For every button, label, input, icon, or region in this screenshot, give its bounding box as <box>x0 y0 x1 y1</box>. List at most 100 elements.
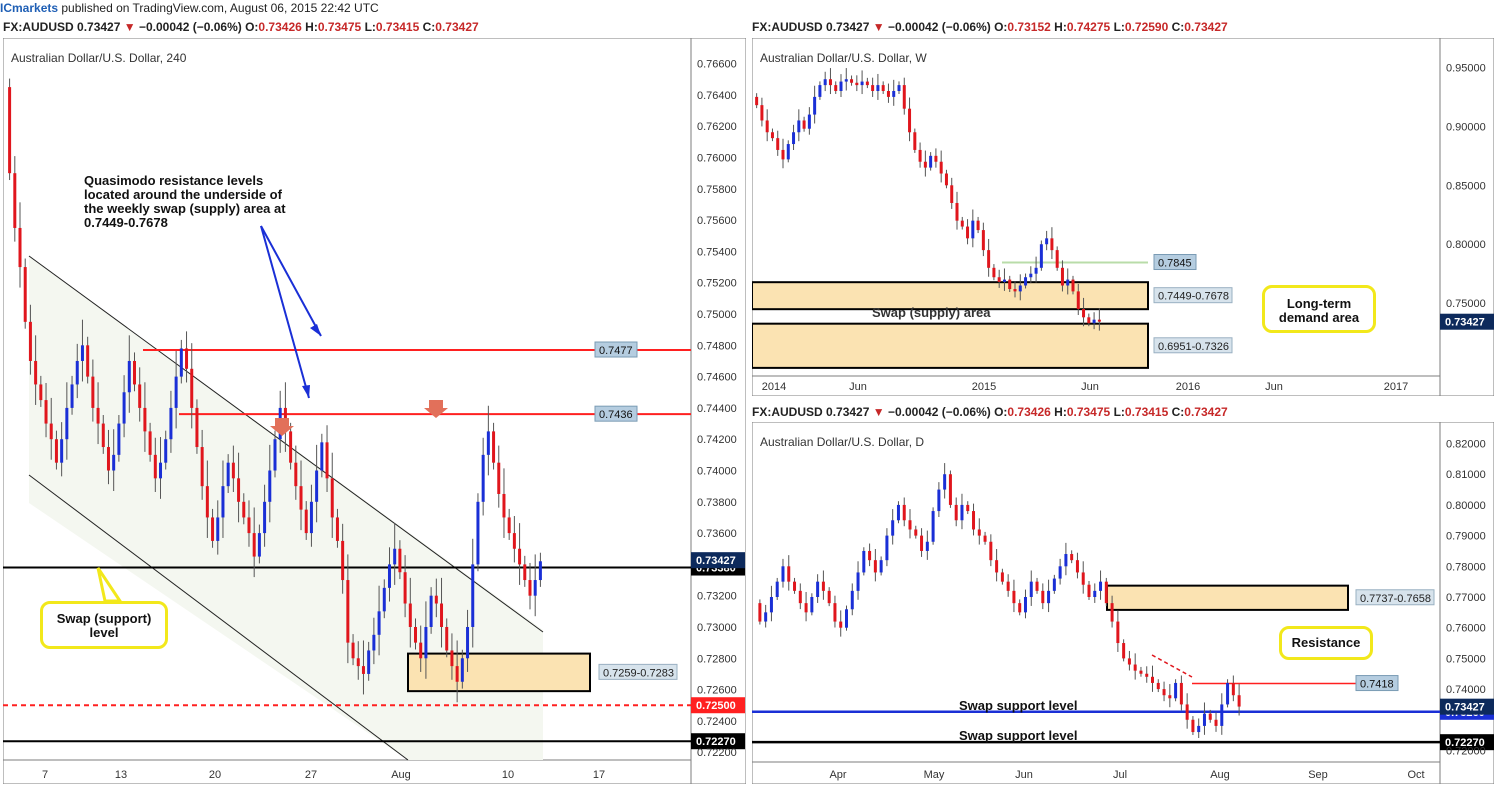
high-value: 0.74275 <box>1066 20 1111 34</box>
candle-up <box>538 561 542 581</box>
candle-down <box>923 161 927 168</box>
candle-down <box>440 603 444 627</box>
candle-down <box>1179 682 1183 705</box>
candle-down <box>802 120 806 129</box>
candle-down <box>86 345 90 377</box>
candle-down <box>992 267 996 278</box>
candle-up <box>159 462 163 479</box>
candle-up <box>471 564 475 627</box>
candle-up <box>925 541 929 551</box>
candle-up <box>1226 682 1230 705</box>
y-tick-label: 0.80000 <box>1446 500 1486 512</box>
x-tick-label: 7 <box>42 769 48 781</box>
x-tick-label: Jun <box>1081 381 1099 393</box>
y-tick-label: 0.75000 <box>697 309 737 321</box>
candle-up <box>1197 725 1201 733</box>
candle-down <box>1076 291 1080 310</box>
y-tick-label: 0.73200 <box>697 591 737 603</box>
candle-up <box>943 474 947 490</box>
candle-down <box>1000 572 1004 582</box>
candle-up <box>117 423 121 455</box>
candle-down <box>502 493 506 518</box>
candle-down <box>821 581 825 591</box>
candle-down <box>190 368 194 408</box>
candle-down <box>450 650 454 667</box>
y-tick-label: 0.76600 <box>697 59 737 71</box>
candle-down <box>341 540 345 581</box>
candle-down <box>132 360 136 385</box>
candle-up <box>1174 682 1178 699</box>
candle-up <box>393 548 397 565</box>
swap-support-label-upper: Swap support level <box>959 698 1077 713</box>
candle-up <box>856 572 860 591</box>
candle-up <box>810 597 814 613</box>
candle-up <box>164 439 168 463</box>
zone-label: 0.7259-0.7283 <box>603 667 674 679</box>
candle-down <box>1008 279 1012 290</box>
publisher-bar: ICmarkets published on TradingView.com, … <box>0 0 1497 18</box>
candle-up <box>481 454 485 502</box>
level-tag: 0.7436 <box>599 409 633 421</box>
candle-down <box>289 431 293 463</box>
candle-down <box>781 149 785 160</box>
candle-down <box>294 462 298 487</box>
candle-up <box>226 462 230 487</box>
candle-up <box>839 81 843 92</box>
candle-down <box>902 504 906 521</box>
y-tick-label: 0.74400 <box>697 403 737 415</box>
y-tick-label: 0.78000 <box>1446 561 1486 573</box>
candle-down <box>1041 590 1045 604</box>
candle-down <box>237 478 241 502</box>
chart-weekly[interactable]: Australian Dollar/U.S. Dollar, W 0.7449-… <box>752 38 1494 396</box>
candle-down <box>1208 713 1212 720</box>
candle-down <box>138 384 142 408</box>
candle-down <box>960 220 964 227</box>
candle-down <box>765 120 769 133</box>
zone-rect <box>1106 584 1349 611</box>
candle-up <box>174 376 178 408</box>
candle-down <box>902 85 906 109</box>
candle-down <box>335 517 339 541</box>
candle-up <box>169 407 173 440</box>
candle-down <box>989 541 993 561</box>
candle-down <box>1185 704 1189 720</box>
chart-daily[interactable]: Australian Dollar/U.S. Dollar, D 0.7737-… <box>752 422 1494 784</box>
candle-down <box>512 533 516 549</box>
high-label: H: <box>1054 20 1067 34</box>
candle-up <box>1002 279 1006 282</box>
y-tick-label: 0.73800 <box>697 497 737 509</box>
candle-down <box>148 431 152 455</box>
high-label: H: <box>1054 405 1067 419</box>
candle-up <box>80 345 84 361</box>
candle-down <box>304 509 308 534</box>
y-tick-label: 0.81000 <box>1446 469 1486 481</box>
down-arrow-icon: ▼ <box>872 20 885 34</box>
candle-up <box>263 501 267 534</box>
symbol: FX:AUDUSD <box>752 405 823 419</box>
candle-up <box>860 81 864 86</box>
y-tick-label: 0.72200 <box>697 747 737 759</box>
candle-up <box>122 392 126 424</box>
candle-up <box>813 96 817 115</box>
candle-up <box>460 658 464 682</box>
y-tick-label: 0.90000 <box>1446 121 1486 133</box>
candle-down <box>403 572 407 604</box>
candle-down <box>528 580 532 596</box>
y-tick-label: 0.75200 <box>697 278 737 290</box>
candle-down <box>868 550 872 561</box>
candle-down <box>1156 682 1160 690</box>
zone-name-label: Swap (supply) area <box>872 305 991 320</box>
candle-down <box>507 517 511 534</box>
candle-down <box>966 226 970 239</box>
y-tick-label: 0.73000 <box>697 622 737 634</box>
candle-down <box>1060 267 1064 286</box>
candle-up <box>862 550 866 573</box>
x-tick-label: Jul <box>1113 769 1127 781</box>
symbol: FX:AUDUSD <box>752 20 823 34</box>
publisher-name[interactable]: ICmarkets <box>0 1 58 15</box>
low-value: 0.72590 <box>1124 20 1169 34</box>
candle-down <box>1214 719 1218 726</box>
chart-4h[interactable]: Australian Dollar/U.S. Dollar, 240 0.725… <box>3 38 746 784</box>
y-tick-label: 0.76200 <box>697 121 737 133</box>
candle-up <box>818 85 822 97</box>
